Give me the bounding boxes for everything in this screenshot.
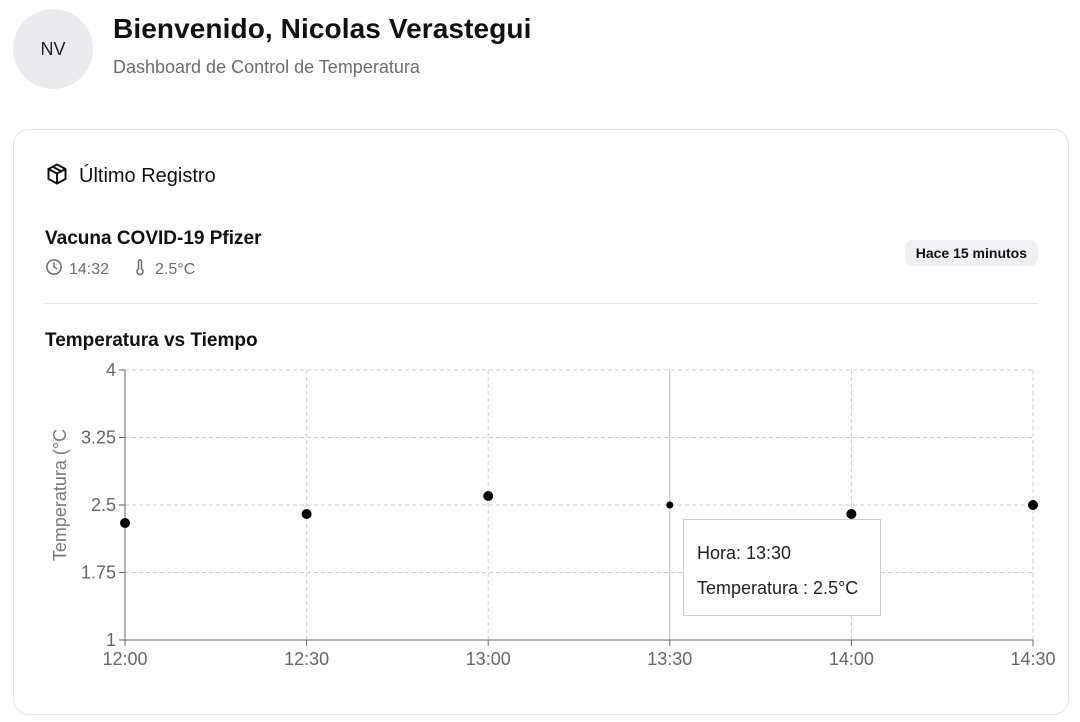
page-title: Bienvenido, Nicolas Verastegui bbox=[113, 12, 532, 44]
data-point[interactable] bbox=[120, 518, 130, 528]
y-tick-label: 1.75 bbox=[81, 563, 116, 583]
chart-title: Temperatura vs Tiempo bbox=[45, 330, 258, 351]
record-name: Vacuna COVID-19 Pfizer bbox=[45, 228, 262, 249]
x-tick-label: 12:00 bbox=[102, 649, 147, 669]
temperature-chart[interactable]: 1 1.75 2.5 3.25 4 12:00 12:30 13:00 13:30 14:00 14… bbox=[14, 360, 1070, 705]
card-header: Último Registro bbox=[45, 162, 216, 191]
data-point[interactable] bbox=[301, 509, 312, 519]
card-heading: Último Registro bbox=[79, 165, 216, 187]
x-tick-label: 12:30 bbox=[284, 649, 329, 669]
record-time: 14:32 bbox=[45, 258, 109, 281]
package-icon bbox=[45, 162, 69, 191]
header: NV Bienvenido, Nicolas Verastegui Dashbo… bbox=[13, 9, 531, 89]
header-text: Bienvenido, Nicolas Verastegui Dashboard… bbox=[113, 13, 531, 78]
y-tick-label: 3.25 bbox=[81, 428, 116, 448]
y-tick-label: 2.5 bbox=[91, 495, 116, 515]
tooltip-hora: Hora: 13:30 bbox=[697, 543, 792, 563]
x-tick-label: 14:00 bbox=[829, 649, 874, 669]
record-temperature-value: 2.5°C bbox=[155, 260, 196, 278]
tooltip-temperatura: Temperatura : 2.5°C bbox=[697, 578, 859, 598]
clock-icon bbox=[45, 258, 69, 281]
avatar[interactable]: NV bbox=[13, 9, 93, 89]
y-tick-label: 1 bbox=[106, 630, 116, 650]
data-point[interactable] bbox=[483, 491, 494, 501]
page-subtitle: Dashboard de Control de Temperatura bbox=[113, 56, 420, 77]
y-tick-label: 4 bbox=[106, 360, 116, 380]
x-tick-label: 13:30 bbox=[647, 649, 692, 669]
x-tick-label: 14:30 bbox=[1010, 649, 1055, 669]
record-time-value: 14:32 bbox=[69, 260, 110, 278]
x-tick-label: 13:00 bbox=[466, 649, 511, 669]
record-meta: 14:32 2.5°C bbox=[45, 258, 261, 281]
data-point[interactable] bbox=[1028, 500, 1038, 510]
chart-tooltip: Hora: 13:30 Temperatura : 2.5°C bbox=[683, 519, 881, 616]
last-record-card: Último Registro Vacuna COVID-19 Pfizer 1… bbox=[13, 129, 1069, 715]
data-point[interactable] bbox=[846, 509, 857, 519]
record-temperature: 2.5°C bbox=[131, 258, 195, 281]
record-summary: Vacuna COVID-19 Pfizer 14:32 2.5°C bbox=[45, 228, 261, 281]
thermometer-icon bbox=[131, 258, 155, 281]
divider bbox=[45, 303, 1038, 304]
data-point[interactable] bbox=[666, 501, 674, 509]
y-axis-label: Temperatura (°C bbox=[50, 429, 70, 561]
time-ago-badge: Hace 15 minutos bbox=[904, 240, 1038, 266]
